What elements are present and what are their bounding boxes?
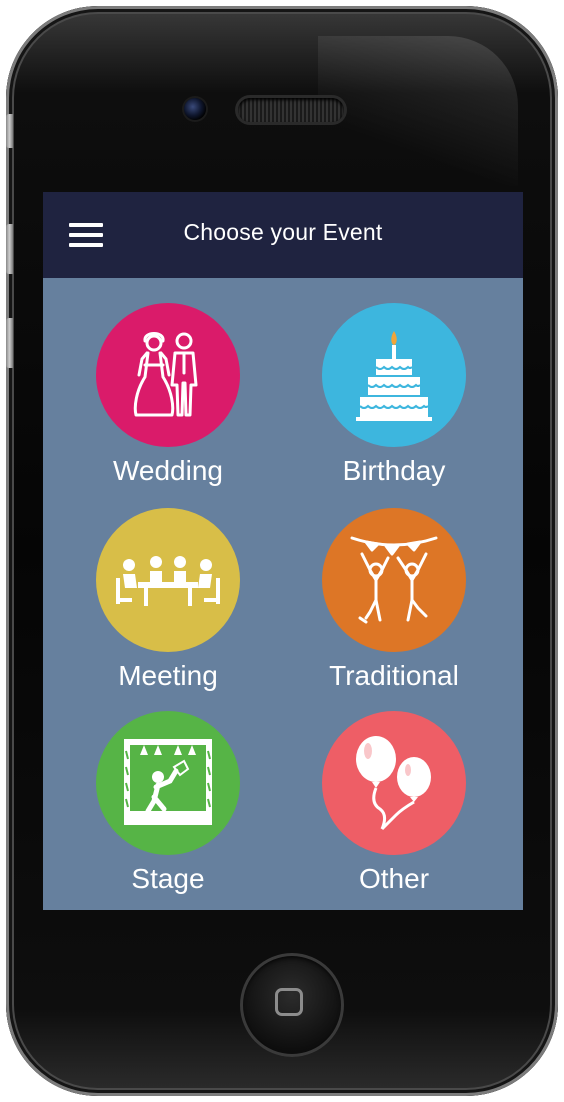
home-button[interactable] <box>240 953 344 1057</box>
event-circle <box>322 508 466 652</box>
event-label: Traditional <box>329 660 459 691</box>
event-wedding[interactable]: Wedding <box>57 303 277 503</box>
event-label: Stage <box>131 863 205 894</box>
event-traditional[interactable]: Traditional <box>283 508 503 708</box>
event-stage[interactable]: Stage <box>57 711 277 910</box>
stage-performer-icon <box>124 739 212 825</box>
event-label: Meeting <box>118 660 218 691</box>
balloons-icon <box>356 736 431 831</box>
event-label: Wedding <box>112 455 223 486</box>
volume-up-button <box>6 224 13 274</box>
earpiece-speaker <box>238 98 344 122</box>
traditional-dance-icon <box>350 536 438 624</box>
glass-glare <box>318 36 518 186</box>
wedding-couple-icon <box>133 332 198 417</box>
event-label: Birthday <box>342 455 446 486</box>
page-title: Choose your Event <box>183 219 383 245</box>
event-circle <box>322 711 466 855</box>
mute-switch <box>6 114 13 148</box>
event-label: Other <box>358 863 430 894</box>
event-birthday[interactable]: Birthday <box>283 303 503 503</box>
birthday-cake-icon <box>356 331 432 421</box>
meeting-table-icon <box>116 556 220 606</box>
event-circle <box>96 711 240 855</box>
home-button-icon <box>275 988 303 1016</box>
event-circle <box>96 508 240 652</box>
volume-down-button <box>6 318 13 368</box>
event-other[interactable]: Other <box>283 711 503 910</box>
event-meeting[interactable]: Meeting <box>57 508 277 708</box>
app-screen: Choose your Event Wedding Birthday Meeti… <box>43 192 523 910</box>
event-circle <box>322 303 466 447</box>
top-app-bar: Choose your Event <box>43 192 523 278</box>
front-camera <box>184 98 206 120</box>
event-circle <box>96 303 240 447</box>
